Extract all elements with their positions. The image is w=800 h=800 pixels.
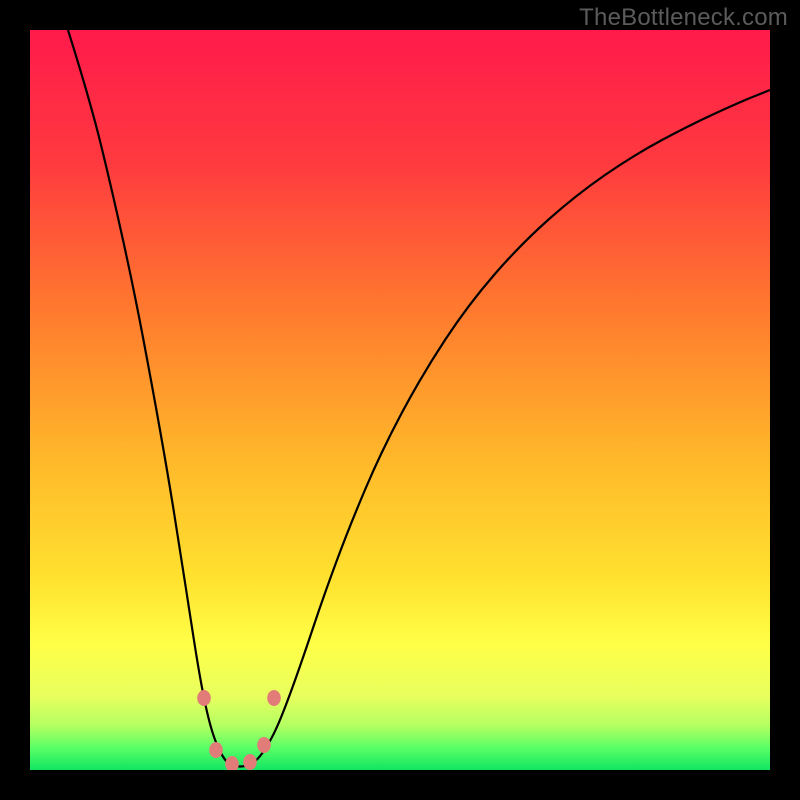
bottleneck-chart [30,30,770,770]
chart-frame: TheBottleneck.com [0,0,800,800]
curve-marker [267,690,281,706]
curve-marker [257,737,271,753]
curve-marker [197,690,211,706]
curve-marker [243,754,257,770]
curve-marker [209,742,223,758]
watermark-text: TheBottleneck.com [579,4,788,32]
